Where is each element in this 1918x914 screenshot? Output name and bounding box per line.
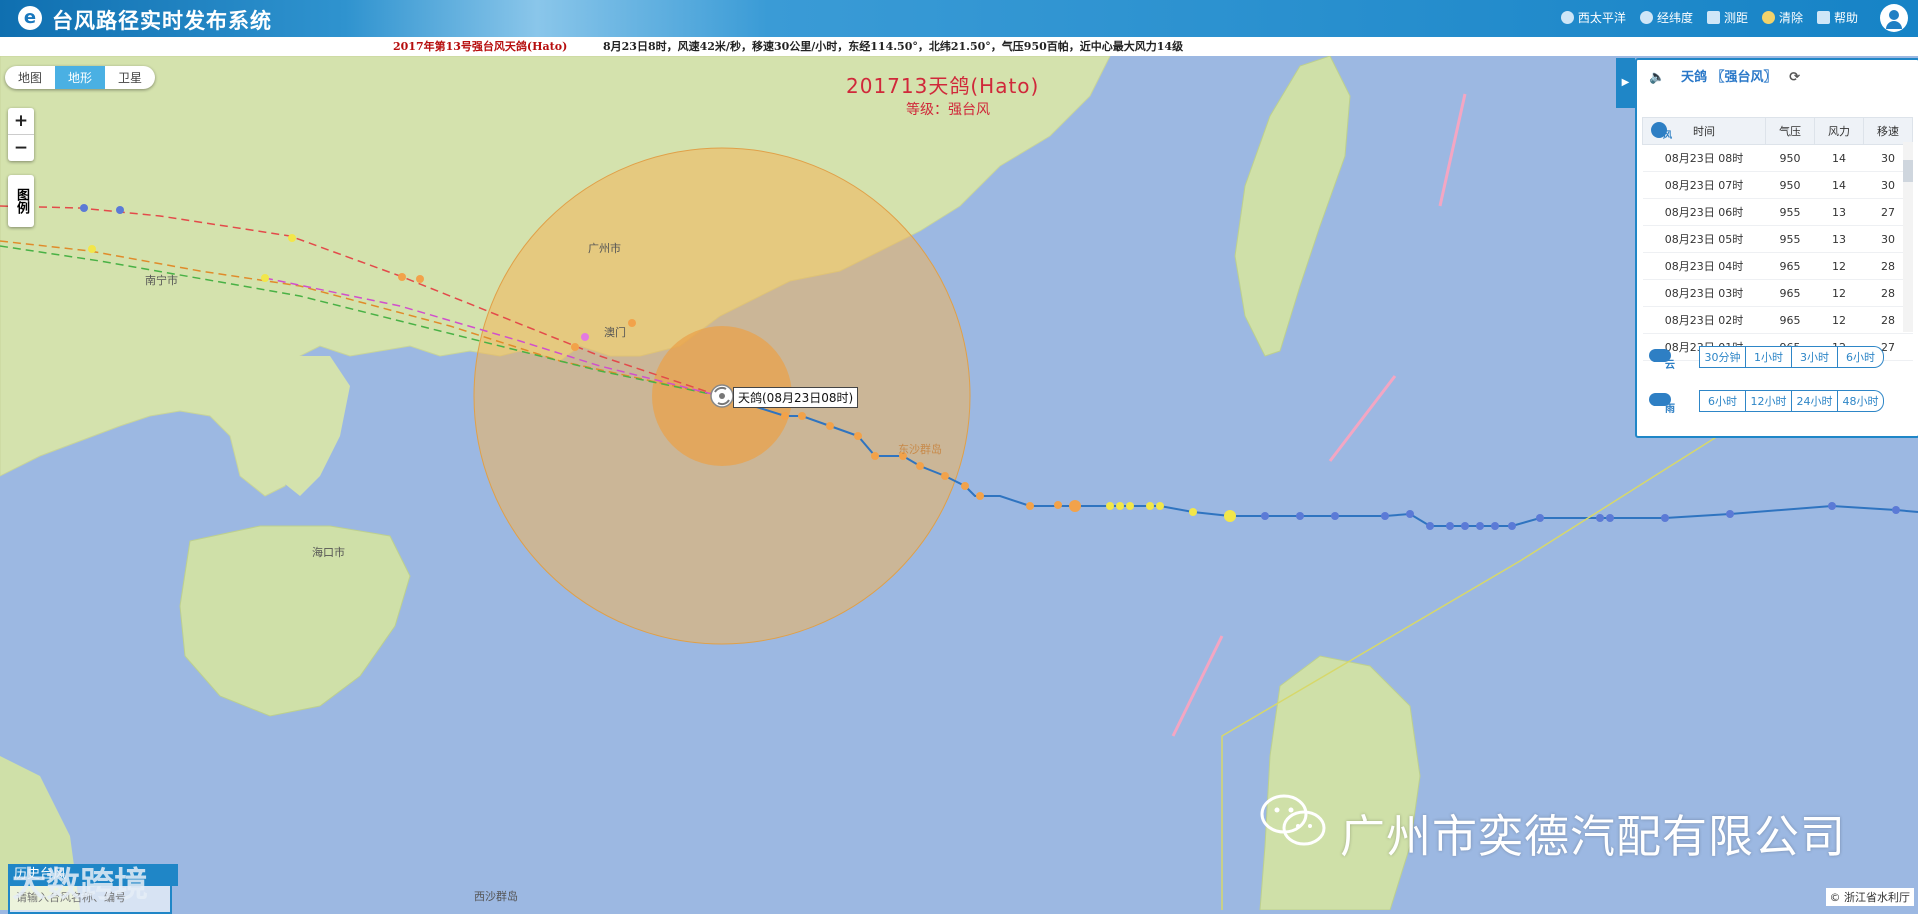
tool-measure[interactable]: 测距: [1706, 9, 1748, 26]
rain-btn-12h[interactable]: 12小时: [1746, 390, 1792, 412]
wechat-icon: [1260, 794, 1326, 846]
tool-help[interactable]: 帮助: [1816, 9, 1858, 26]
map-storm-title: 201713天鸽(Hato): [846, 74, 1040, 98]
panel-storm-name: 天鸽: [1681, 70, 1708, 85]
rain-btn-6h[interactable]: 6小时: [1699, 390, 1746, 412]
typhoon-position-label[interactable]: 天鸽(08月23日08时): [733, 387, 859, 408]
table-cell: 08月23日 05时: [1642, 225, 1766, 253]
zoom-control: + −: [8, 108, 34, 161]
cloud-btn-1h[interactable]: 1小时: [1746, 346, 1792, 368]
city-label-haikou: 海口市: [312, 546, 345, 559]
cloud-btn-30min[interactable]: 30分钟: [1699, 346, 1746, 368]
rain-btn-24h[interactable]: 24小时: [1792, 390, 1838, 412]
map-storm-grade: 等级：强台风: [906, 102, 990, 118]
table-cell: 13: [1814, 198, 1864, 226]
toolbar: 西太平洋 经纬度 测距 清除 帮助: [1560, 9, 1858, 26]
storm-info-bar: 2017年第13号强台风天鸽(Hato) 8月23日8时，风速42米/秒，移速3…: [0, 37, 1918, 56]
rain-icon: 雨: [1647, 390, 1677, 415]
info-storm-detail: 8月23日8时，风速42米/秒，移速30公里/小时，东经114.50°，北纬21…: [603, 40, 1184, 53]
app-title: 台风路径实时发布系统: [52, 9, 272, 33]
table-cell: 965: [1765, 279, 1815, 307]
table-cell: 08月23日 02时: [1642, 306, 1766, 334]
table-cell: 14: [1814, 171, 1864, 199]
table-row[interactable]: 08月23日 06时 955 13 27: [1642, 198, 1913, 226]
table-cell: 950: [1765, 144, 1815, 172]
map-type-satellite[interactable]: 卫星: [105, 66, 155, 89]
island-label-dongsha: 东沙群岛: [898, 443, 942, 456]
watermark-company: 广州市奕德汽配有限公司: [1340, 810, 1847, 863]
table-row[interactable]: 08月23日 03时 965 12 28: [1642, 279, 1913, 307]
help-icon: [1816, 11, 1830, 24]
table-cell: 965: [1765, 252, 1815, 280]
table-cell: 12: [1814, 252, 1864, 280]
col-move-speed: 移速: [1863, 117, 1913, 145]
table-cell: 08月23日 04时: [1642, 252, 1766, 280]
rain-btn-48h[interactable]: 48小时: [1838, 390, 1884, 412]
refresh-icon[interactable]: ⟳: [1789, 70, 1800, 85]
city-label-macau: 澳门: [604, 326, 626, 339]
table-cell: 08月23日 03时: [1642, 279, 1766, 307]
city-label-nanning: 南宁市: [145, 274, 178, 287]
col-pressure: 气压: [1765, 117, 1815, 145]
table-cell: 12: [1814, 279, 1864, 307]
map-type-terrain[interactable]: 地形: [55, 66, 106, 89]
rain-forecast-row: 雨 6小时 12小时 24小时 48小时: [1647, 390, 1884, 415]
table-row[interactable]: 08月23日 02时 965 12 28: [1642, 306, 1913, 334]
table-cell: 14: [1814, 144, 1864, 172]
ruler-icon: [1706, 11, 1720, 24]
typhoon-center-icon[interactable]: [710, 384, 734, 408]
app-logo-icon: e: [18, 6, 42, 30]
tool-west-pacific[interactable]: 西太平洋: [1560, 9, 1626, 26]
cloud-icon: 云: [1647, 346, 1677, 371]
grid-globe-icon: [1639, 11, 1653, 24]
table-cell: 955: [1765, 198, 1815, 226]
table-cell: 08月23日 08时: [1642, 144, 1766, 172]
table-row[interactable]: 08月23日 05时 955 13 30: [1642, 225, 1913, 253]
zoom-out-button[interactable]: −: [8, 134, 34, 161]
table-cell: 13: [1814, 225, 1864, 253]
map-copyright: © 浙江省水利厅: [1825, 888, 1914, 906]
table-scroll-thumb[interactable]: [1903, 160, 1913, 182]
table-header-row: 风 时间 气压 风力 移速: [1642, 117, 1913, 145]
table-row[interactable]: 08月23日 08时 950 14 30: [1642, 144, 1913, 172]
cloud-btn-3h[interactable]: 3小时: [1792, 346, 1838, 368]
land-luzon-island: [1259, 655, 1421, 910]
legend-button[interactable]: 图例: [8, 175, 34, 227]
panel-storm-grade: 〖强台风〗: [1711, 70, 1777, 85]
table-cell: 12: [1814, 306, 1864, 334]
wind-icon-label: 风: [1663, 131, 1673, 141]
tool-clear[interactable]: 清除: [1761, 9, 1803, 26]
table-row[interactable]: 08月23日 07时 950 14 30: [1642, 171, 1913, 199]
map-type-switcher: 地图 地形 卫星: [5, 66, 156, 89]
typhoon-map[interactable]: [0, 56, 1918, 910]
broom-icon: [1761, 11, 1775, 24]
city-label-guangzhou: 广州市: [588, 242, 621, 255]
tool-lat-lon[interactable]: 经纬度: [1639, 9, 1693, 26]
storm-detail-panel: 🔈 天鸽 〖强台风〗 ⟳ 风 时间 气压 风力 移速 08月23日 08时 950…: [1635, 58, 1918, 438]
speaker-icon[interactable]: 🔈: [1649, 60, 1665, 96]
map-type-map[interactable]: 地图: [5, 66, 55, 89]
panel-collapse-toggle[interactable]: ▶: [1616, 58, 1635, 108]
panel-header: 🔈 天鸽 〖强台风〗 ⟳: [1637, 60, 1918, 96]
table-cell: 950: [1765, 171, 1815, 199]
island-label-xisha: 西沙群岛: [474, 890, 518, 903]
user-avatar-icon[interactable]: [1880, 4, 1908, 32]
table-cell: 955: [1765, 225, 1815, 253]
cloud-image-row: 云 30分钟 1小时 3小时 6小时: [1647, 346, 1884, 371]
table-cell: 08月23日 07时: [1642, 171, 1766, 199]
app-header: e 台风路径实时发布系统 西太平洋 经纬度 测距 清除 帮助: [0, 0, 1918, 37]
col-wind-force: 风力: [1814, 117, 1864, 145]
track-table: 风 时间 气压 风力 移速 08月23日 08时 950 14 30 08月23日 07…: [1642, 117, 1913, 361]
table-cell: 965: [1765, 306, 1815, 334]
table-row[interactable]: 08月23日 04时 965 12 28: [1642, 252, 1913, 280]
table-cell: 08月23日 06时: [1642, 198, 1766, 226]
globe-icon: [1560, 11, 1574, 24]
zoom-in-button[interactable]: +: [8, 108, 34, 134]
cloud-btn-6h[interactable]: 6小时: [1838, 346, 1884, 368]
info-storm-name: 2017年第13号强台风天鸽(Hato): [393, 40, 568, 53]
watermark-brand: 大数跨境: [12, 865, 148, 905]
col-time: 风 时间: [1642, 117, 1766, 145]
